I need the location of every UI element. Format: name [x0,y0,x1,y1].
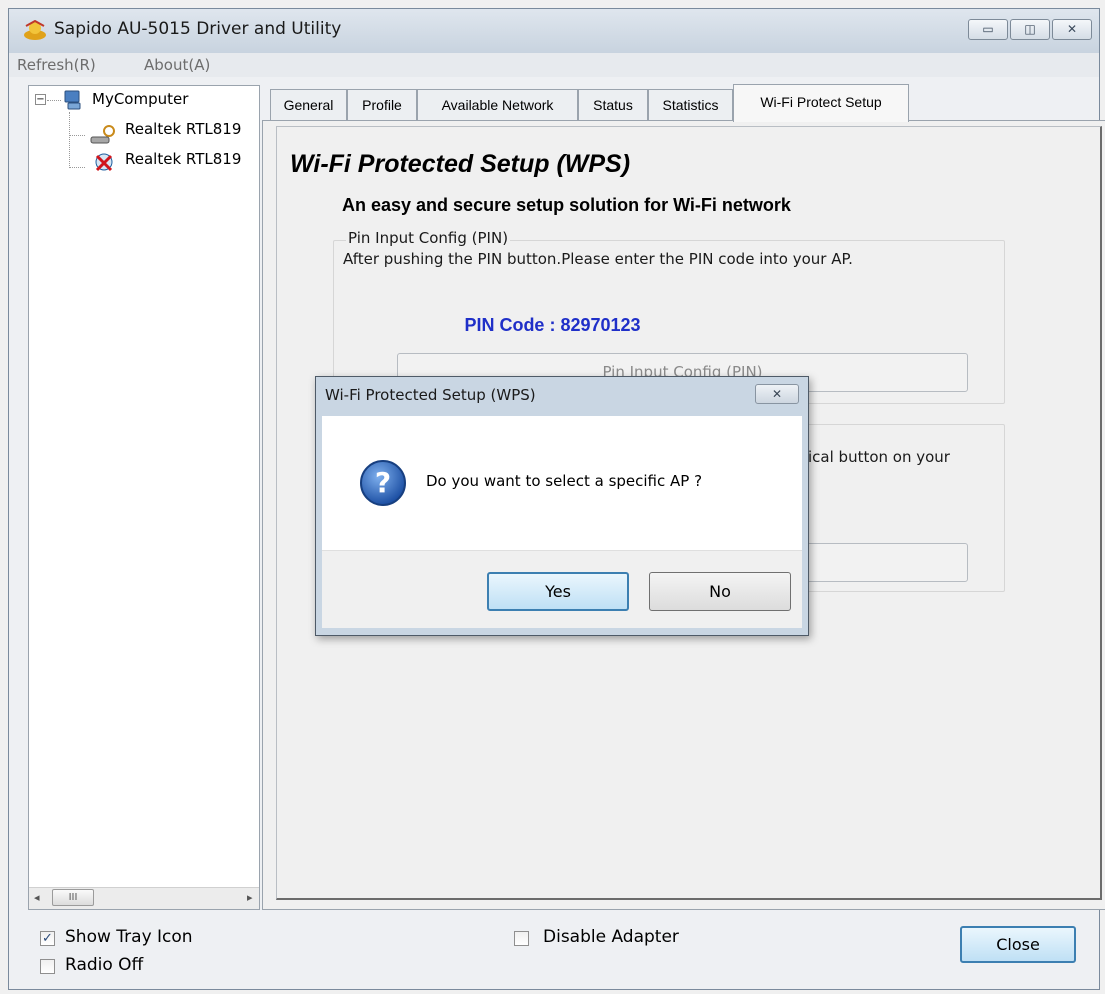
menu-refresh[interactable]: Refresh(R) [17,56,96,74]
show-tray-icon-checkbox[interactable]: ✓ [40,931,55,946]
dialog-message: Do you want to select a specific AP ? [426,472,703,490]
tab-profile[interactable]: Profile [347,89,417,121]
menu-about[interactable]: About(A) [144,56,210,74]
pin-description: After pushing the PIN button.Please ente… [343,250,853,268]
disable-adapter-label: Disable Adapter [543,927,679,947]
pbc-description: ical button on your [808,448,950,466]
tree-connector [47,100,61,101]
yes-button[interactable]: Yes [487,572,629,611]
tab-wifi-protect-setup[interactable]: Wi-Fi Protect Setup [733,84,909,122]
scroll-right-arrow-icon[interactable]: ▸ [247,891,253,904]
tab-status[interactable]: Status [578,89,648,121]
close-button[interactable]: Close [960,926,1076,963]
minimize-button[interactable]: ▭ [968,19,1008,40]
computer-icon [64,90,81,110]
radio-off-checkbox[interactable] [40,959,55,974]
tree-connector [69,112,70,168]
wps-heading: Wi-Fi Protected Setup (WPS) [290,150,631,178]
pin-code-value: 82970123 [560,315,641,335]
tab-available-network[interactable]: Available Network [417,89,578,121]
show-tray-icon-label: Show Tray Icon [65,927,193,947]
tree-connector [69,167,85,168]
tree-collapse-toggle[interactable]: − [35,94,46,105]
dialog-close-button[interactable]: ✕ [755,384,799,404]
pin-group-label: Pin Input Config (PIN) [346,229,511,247]
maximize-button[interactable]: ◫ [1010,19,1050,40]
question-icon: ? [360,460,406,506]
pin-code-display: PIN Code : 82970123 [0,315,1105,336]
scroll-thumb[interactable]: III [52,889,94,906]
scroll-left-arrow-icon[interactable]: ◂ [34,891,40,904]
wps-subheading: An easy and secure setup solution for Wi… [342,195,791,215]
wireless-adapter-icon [90,125,115,144]
tree-item-adapter[interactable]: Realtek RTL819 [125,150,241,168]
tree-connector [69,135,85,136]
no-button[interactable]: No [649,572,791,611]
tab-general[interactable]: General [270,89,347,121]
window-title: Sapido AU-5015 Driver and Utility [54,19,342,39]
adapter-disabled-icon [95,153,113,172]
dialog-title: Wi-Fi Protected Setup (WPS) [325,386,536,404]
question-glyph: ? [375,466,391,499]
disable-adapter-checkbox[interactable] [514,931,529,946]
device-tree [28,85,260,910]
pin-code-label: PIN Code : [464,315,556,335]
radio-off-label: Radio Off [65,955,144,975]
app-logo-icon [24,20,46,40]
close-window-button[interactable]: ✕ [1052,19,1092,40]
tree-root-mycomputer[interactable]: MyComputer [92,90,188,108]
tree-item-adapter[interactable]: Realtek RTL819 [125,120,241,138]
tab-statistics[interactable]: Statistics [648,89,733,121]
